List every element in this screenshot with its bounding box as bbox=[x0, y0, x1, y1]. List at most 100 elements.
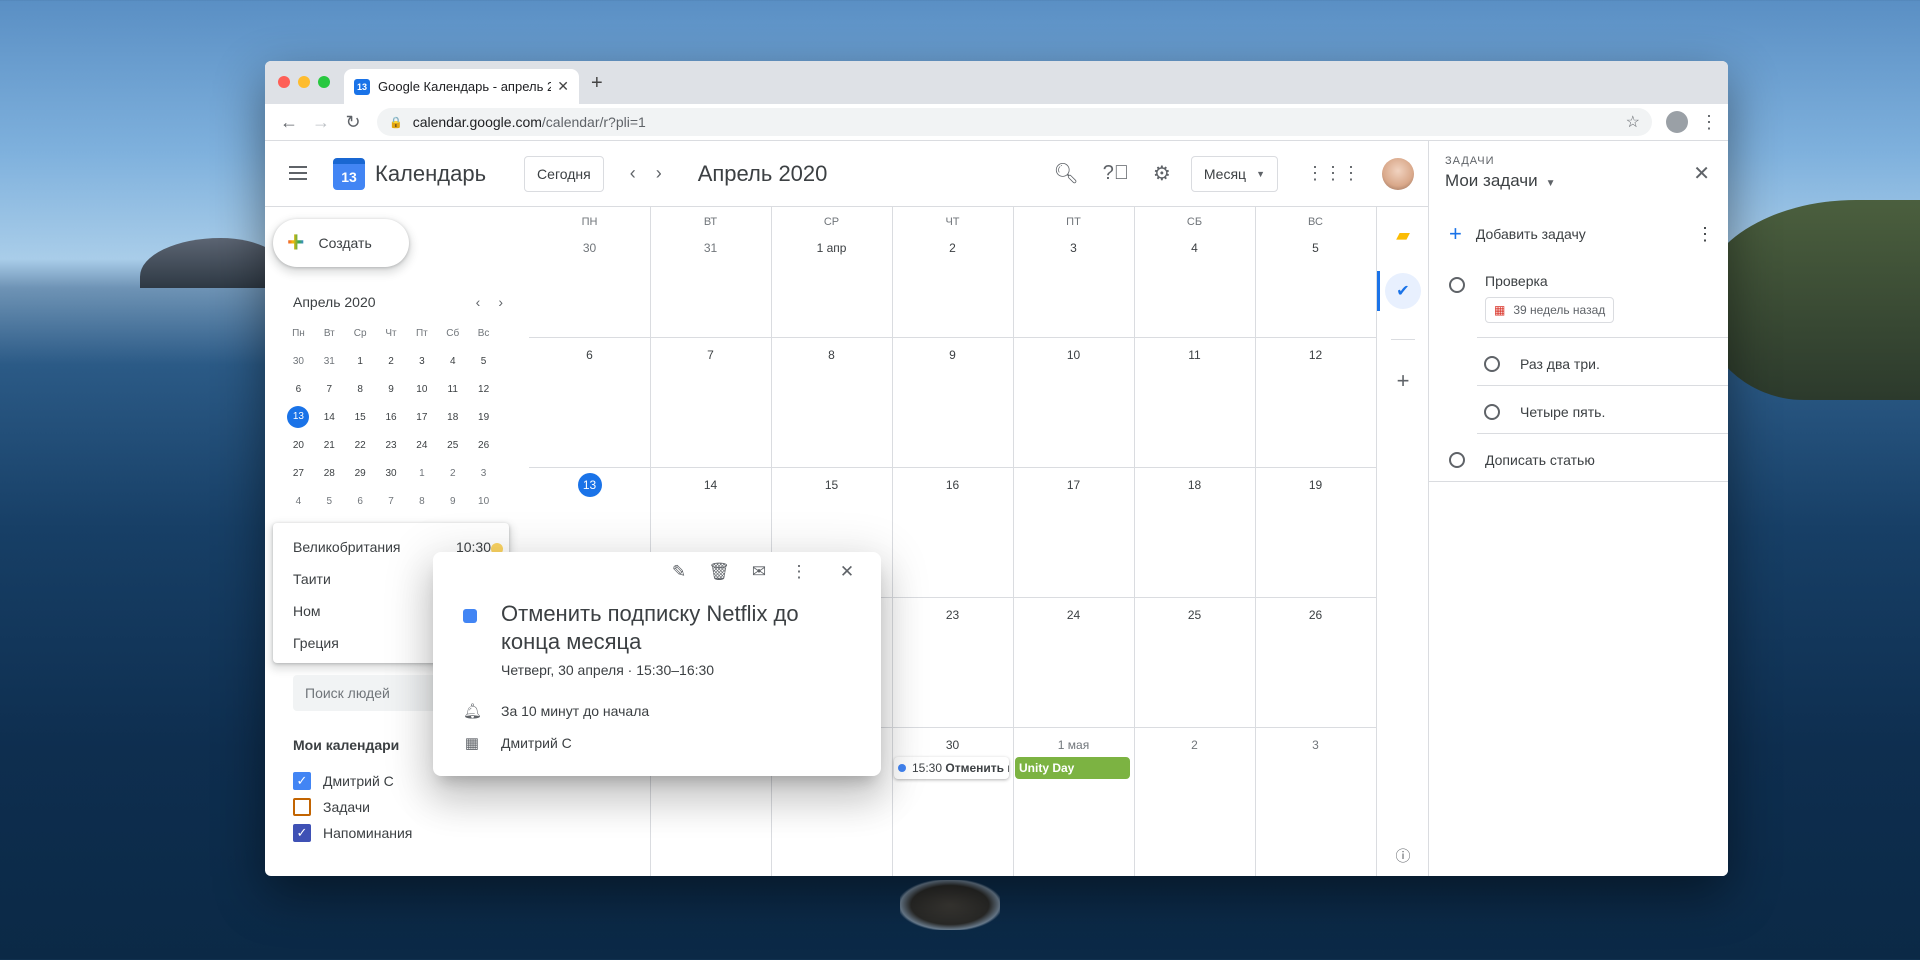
day-number[interactable]: 16 bbox=[892, 473, 1013, 497]
apps-grid-icon[interactable]: ⋮⋮⋮ bbox=[1306, 163, 1360, 184]
mini-day[interactable]: 30 bbox=[283, 356, 314, 367]
close-window-button[interactable] bbox=[278, 76, 290, 88]
mini-day[interactable]: 25 bbox=[437, 440, 468, 451]
calendar-checkbox[interactable]: ✓ bbox=[293, 772, 311, 790]
mini-day[interactable]: 18 bbox=[437, 412, 468, 423]
day-number[interactable]: 7 bbox=[650, 343, 771, 367]
address-bar[interactable]: 🔒 calendar.google.com/calendar/r?pli=1 ☆ bbox=[377, 108, 1652, 136]
day-number[interactable]: 13 bbox=[529, 473, 650, 497]
day-number[interactable]: 1 мая bbox=[1013, 733, 1134, 757]
calendar-checkbox[interactable]: ✓ bbox=[293, 824, 311, 842]
my-calendars-heading[interactable]: Мои календари bbox=[293, 737, 399, 753]
mini-day[interactable]: 4 bbox=[437, 356, 468, 367]
subtask-item[interactable]: Раз два три. bbox=[1484, 356, 1600, 372]
info-icon[interactable]: ⓘ bbox=[1389, 841, 1417, 869]
mini-day[interactable]: 22 bbox=[345, 440, 376, 451]
mini-day[interactable]: 10 bbox=[406, 384, 437, 395]
email-icon[interactable]: ✉ bbox=[739, 562, 779, 588]
delete-trash-icon[interactable]: 🗑 bbox=[699, 562, 739, 588]
task-item[interactable]: Дописать статью bbox=[1449, 452, 1595, 468]
mini-day[interactable]: 6 bbox=[345, 496, 376, 507]
mini-day[interactable]: 23 bbox=[376, 440, 407, 451]
tasks-icon[interactable]: ✔ bbox=[1385, 273, 1421, 309]
day-number[interactable]: 19 bbox=[1255, 473, 1376, 497]
mini-day[interactable]: 17 bbox=[406, 412, 437, 423]
day-number[interactable]: 14 bbox=[650, 473, 771, 497]
maximize-window-button[interactable] bbox=[318, 76, 330, 88]
mini-day[interactable]: 26 bbox=[468, 440, 499, 451]
help-icon[interactable]: ?⃝ bbox=[1103, 162, 1129, 185]
main-menu-icon[interactable] bbox=[289, 165, 313, 182]
mini-day[interactable]: 11 bbox=[437, 384, 468, 395]
day-number[interactable]: 11 bbox=[1134, 343, 1255, 367]
mini-day[interactable]: 3 bbox=[406, 356, 437, 367]
back-arrow-icon[interactable]: ← bbox=[275, 112, 303, 133]
day-number[interactable]: 6 bbox=[529, 343, 650, 367]
day-number[interactable]: 10 bbox=[1013, 343, 1134, 367]
day-number[interactable]: 25 bbox=[1134, 603, 1255, 627]
day-number[interactable]: 12 bbox=[1255, 343, 1376, 367]
calendar-list-item[interactable]: ✓ Дмитрий С bbox=[293, 772, 394, 790]
day-number[interactable]: 5 bbox=[1255, 236, 1376, 260]
mini-day[interactable]: 13 bbox=[283, 406, 314, 428]
next-month-icon[interactable]: › bbox=[656, 163, 662, 184]
close-icon[interactable]: ✕ bbox=[827, 562, 867, 588]
mini-day[interactable]: 6 bbox=[283, 384, 314, 395]
mini-day[interactable]: 7 bbox=[376, 496, 407, 507]
mini-day[interactable]: 31 bbox=[314, 356, 345, 367]
day-number[interactable]: 1 апр bbox=[771, 236, 892, 260]
previous-month-icon[interactable]: ‹ bbox=[630, 163, 636, 184]
task-complete-checkbox[interactable] bbox=[1449, 452, 1465, 468]
browser-profile-icon[interactable] bbox=[1666, 111, 1688, 133]
keep-icon[interactable]: ▰ bbox=[1389, 221, 1417, 249]
create-event-button[interactable]: + Создать bbox=[273, 219, 409, 267]
mini-next-icon[interactable]: › bbox=[498, 294, 503, 310]
mini-day[interactable]: 14 bbox=[314, 412, 345, 423]
event-chip-unity[interactable]: Unity Day bbox=[1015, 757, 1130, 779]
subtask-item[interactable]: Четыре пять. bbox=[1484, 404, 1605, 420]
task-complete-checkbox[interactable] bbox=[1449, 277, 1465, 293]
more-options-icon[interactable]: ⋮ bbox=[1696, 224, 1714, 245]
today-button[interactable]: Сегодня bbox=[524, 155, 604, 192]
add-task-button[interactable]: + Добавить задачу ⋮ bbox=[1449, 221, 1714, 247]
mini-day[interactable]: 8 bbox=[345, 384, 376, 395]
mini-day[interactable]: 24 bbox=[406, 440, 437, 451]
mini-day[interactable]: 9 bbox=[376, 384, 407, 395]
mini-day[interactable]: 28 bbox=[314, 468, 345, 479]
mini-day[interactable]: 2 bbox=[437, 468, 468, 479]
task-complete-checkbox[interactable] bbox=[1484, 356, 1500, 372]
mini-day[interactable]: 5 bbox=[468, 356, 499, 367]
settings-gear-icon[interactable]: ⚙ bbox=[1153, 161, 1171, 186]
mini-day[interactable]: 7 bbox=[314, 384, 345, 395]
day-number[interactable]: 3 bbox=[1255, 733, 1376, 757]
day-number[interactable]: 15 bbox=[771, 473, 892, 497]
day-number[interactable]: 23 bbox=[892, 603, 1013, 627]
mini-day[interactable]: 15 bbox=[345, 412, 376, 423]
day-number[interactable]: 24 bbox=[1013, 603, 1134, 627]
event-chip-netflix[interactable]: 15:30 Отменить подписку Netflix до конца… bbox=[894, 757, 1009, 779]
calendar-logo-icon[interactable]: 13 bbox=[333, 157, 365, 190]
add-addon-icon[interactable]: + bbox=[1389, 367, 1417, 395]
browser-menu-icon[interactable]: ⋮ bbox=[1700, 112, 1718, 133]
day-number[interactable]: 30 bbox=[529, 236, 650, 260]
mini-day[interactable]: 3 bbox=[468, 468, 499, 479]
view-switcher-button[interactable]: Месяц ▼ bbox=[1190, 155, 1278, 192]
day-number[interactable]: 30 bbox=[892, 733, 1013, 757]
more-options-icon[interactable]: ⋮ bbox=[779, 562, 819, 588]
mini-day[interactable]: 16 bbox=[376, 412, 407, 423]
mini-prev-icon[interactable]: ‹ bbox=[476, 294, 481, 310]
mini-day[interactable]: 1 bbox=[406, 468, 437, 479]
browser-tab[interactable]: 13 Google Календарь - апрель 2020 ✕ bbox=[344, 69, 579, 104]
mini-day[interactable]: 9 bbox=[437, 496, 468, 507]
task-item[interactable]: Проверка ▦ 39 недель назад bbox=[1449, 273, 1615, 323]
mini-day[interactable]: 21 bbox=[314, 440, 345, 451]
mini-day[interactable]: 4 bbox=[283, 496, 314, 507]
mini-day[interactable]: 19 bbox=[468, 412, 499, 423]
day-number[interactable]: 2 bbox=[892, 236, 1013, 260]
day-number[interactable]: 2 bbox=[1134, 733, 1255, 757]
mini-day[interactable]: 1 bbox=[345, 356, 376, 367]
tab-close-icon[interactable]: ✕ bbox=[557, 78, 569, 95]
mini-day[interactable]: 27 bbox=[283, 468, 314, 479]
mini-day[interactable]: 30 bbox=[376, 468, 407, 479]
mini-day[interactable]: 29 bbox=[345, 468, 376, 479]
